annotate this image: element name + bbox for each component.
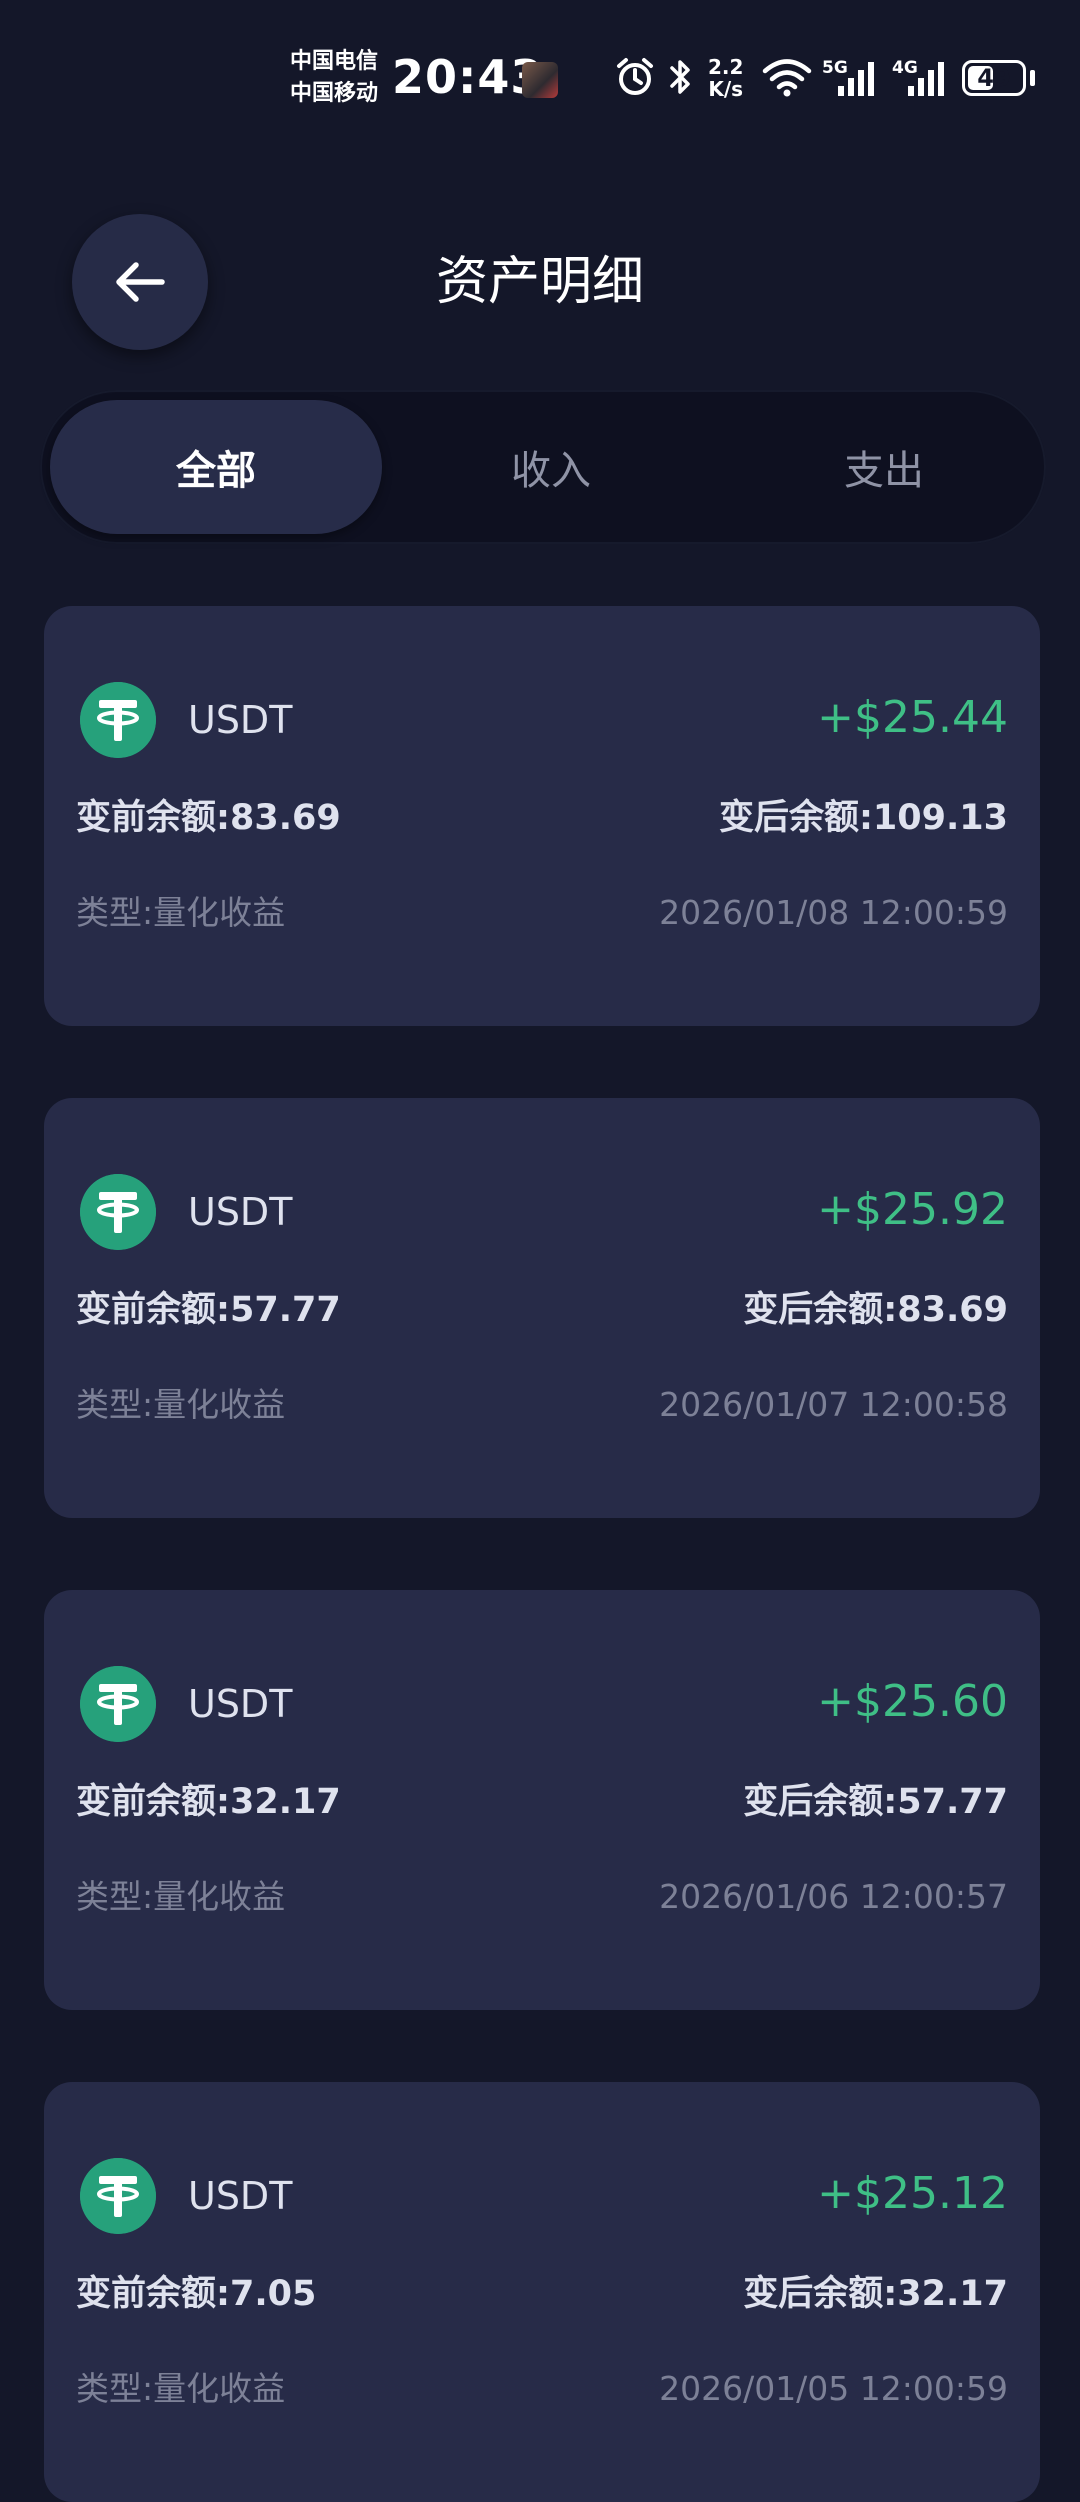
bluetooth-icon [670, 60, 690, 94]
carrier-names: 中国电信 中国移动 [290, 46, 378, 110]
amount-change: +$25.92 [817, 1184, 1008, 1235]
tether-icon [80, 682, 156, 758]
network-speed-unit: K/s [708, 77, 744, 101]
signal-5g-icon [838, 62, 874, 96]
record-time: 2026/01/06 12:00:57 [659, 1877, 1008, 1916]
amount-change: +$25.44 [817, 692, 1008, 743]
record-type: 类型:量化收益 [76, 1877, 286, 1916]
tab-expense[interactable]: 支出 [718, 400, 1050, 534]
balance-before: 变前余额:7.05 [76, 2274, 317, 2314]
balance-after: 变后余额:57.77 [743, 1782, 1008, 1822]
coin-name: USDT [188, 698, 293, 742]
page-title: 资产明细 [435, 252, 644, 312]
signal-4g-icon [908, 62, 944, 96]
balance-before: 变前余额:32.17 [76, 1782, 341, 1822]
record-type: 类型:量化收益 [76, 1385, 286, 1424]
coin-name: USDT [188, 1190, 293, 1234]
balance-before: 变前余额:83.69 [76, 798, 341, 838]
carrier-1: 中国电信 [290, 49, 379, 74]
tab-all[interactable]: 全部 [50, 400, 382, 534]
filter-tabs: 全部 收入 支出 [40, 390, 1046, 544]
status-bar: 中国电信 中国移动 20:43 2.2 K/s 5G 4G 49 [0, 0, 1080, 160]
battery-percent: 49 [977, 64, 1011, 92]
battery-icon: 49 [962, 60, 1026, 96]
tether-icon [80, 2158, 156, 2234]
network-speed: 2.2 K/s [708, 56, 743, 100]
amount-change: +$25.12 [817, 2168, 1008, 2219]
balance-before: 变前余额:57.77 [76, 1290, 341, 1330]
coin-name: USDT [188, 1682, 293, 1726]
tether-icon [80, 1174, 156, 1250]
amount-change: +$25.60 [817, 1676, 1008, 1727]
balance-after: 变后余额:109.13 [718, 798, 1008, 838]
record-time: 2026/01/07 12:00:58 [659, 1385, 1008, 1424]
record-type: 类型:量化收益 [76, 893, 286, 932]
tether-icon [80, 1666, 156, 1742]
record-card[interactable]: USDT +$25.12 变前余额:7.05 变后余额:32.17 类型:量化收… [44, 2082, 1040, 2502]
status-time: 20:43 [392, 50, 544, 104]
network-speed-value: 2.2 [708, 55, 744, 79]
notification-app-icon [522, 62, 558, 98]
coin-name: USDT [188, 2174, 293, 2218]
record-card[interactable]: USDT +$25.92 变前余额:57.77 变后余额:83.69 类型:量化… [44, 1098, 1040, 1518]
record-time: 2026/01/05 12:00:59 [659, 2369, 1008, 2408]
record-time: 2026/01/08 12:00:59 [659, 893, 1008, 932]
tab-income[interactable]: 收入 [385, 400, 717, 534]
battery-terminal [1030, 70, 1035, 86]
wifi-icon [762, 59, 812, 97]
record-type: 类型:量化收益 [76, 2369, 286, 2408]
balance-after: 变后余额:32.17 [743, 2274, 1008, 2314]
balance-after: 变后余额:83.69 [743, 1290, 1008, 1330]
alarm-icon [617, 58, 653, 95]
record-card[interactable]: USDT +$25.60 变前余额:32.17 变后余额:57.77 类型:量化… [44, 1590, 1040, 2010]
carrier-2: 中国移动 [290, 81, 379, 106]
record-card[interactable]: USDT +$25.44 变前余额:83.69 变后余额:109.13 类型:量… [44, 606, 1040, 1026]
